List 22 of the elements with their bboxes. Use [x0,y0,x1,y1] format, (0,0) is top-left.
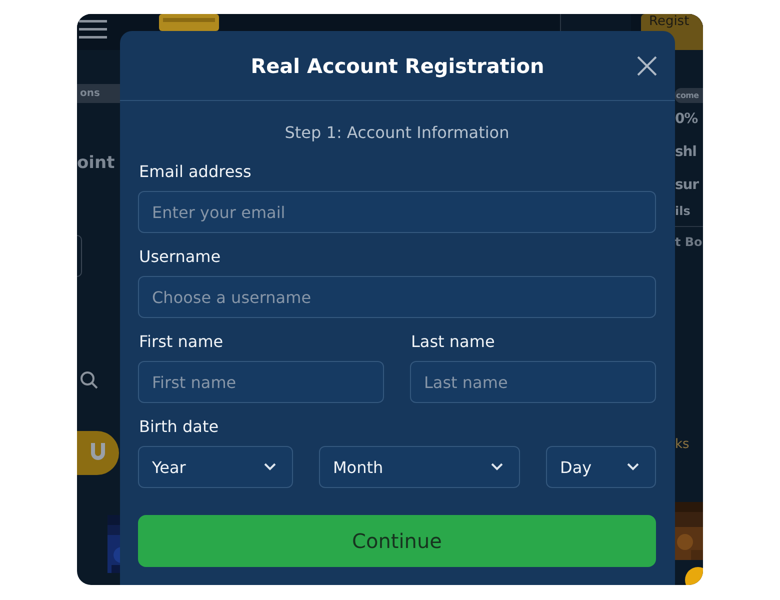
input-field[interactable]: Choose a username [138,276,656,318]
promo-heading: oint [77,152,116,175]
field-label: Email address [139,162,252,181]
promo-tag: come [675,88,703,103]
promo-text: t Bo [675,235,703,249]
field-label: First name [139,332,224,351]
field-label: Username [139,247,222,266]
field-label: Last name [411,332,496,351]
input-field[interactable]: Last name [410,361,656,403]
input-field[interactable]: Enter your email [138,191,656,233]
dialog-title: Real Account Registration [250,54,544,78]
input-field[interactable]: First name [138,361,384,403]
step-label: Step 1: Account Information [284,123,510,142]
promo-heading: sur [675,176,700,195]
continue-button[interactable]: Continue [138,515,656,567]
category-label: ks [675,437,690,452]
dropdown[interactable]: Month [319,446,520,488]
dropdown[interactable]: Year [138,446,293,488]
promo-heading: shl [675,143,698,162]
promo-heading: 0% [675,110,699,129]
field-label: Birth date [139,417,220,436]
dropdown[interactable]: Day [546,446,656,488]
